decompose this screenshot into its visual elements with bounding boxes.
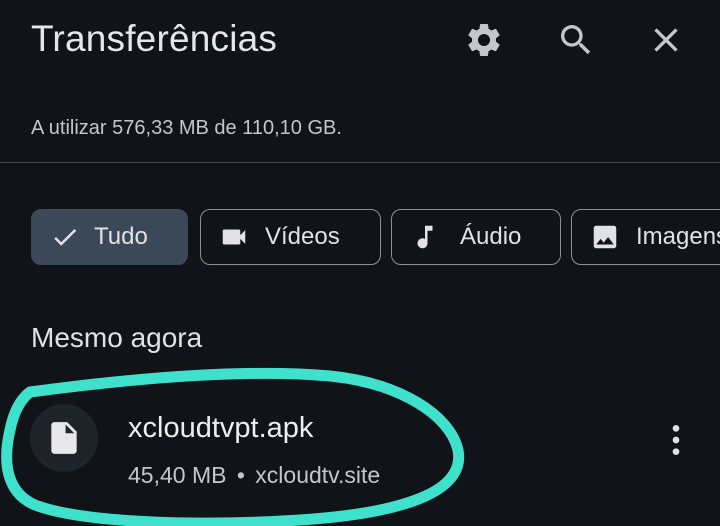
filter-chip-label: Tudo <box>94 223 148 250</box>
settings-button[interactable] <box>458 14 510 66</box>
more-options-button[interactable] <box>650 414 702 466</box>
storage-usage-text: A utilizar 576,33 MB de 110,10 GB. <box>31 117 342 139</box>
video-camera-icon <box>219 222 249 252</box>
close-icon <box>654 28 678 52</box>
close-button[interactable] <box>640 14 692 66</box>
divider <box>0 162 720 163</box>
check-icon <box>50 222 80 252</box>
page-title: Transferências <box>31 18 278 59</box>
gear-icon <box>468 23 500 56</box>
section-header: Mesmo agora <box>31 322 203 353</box>
filter-chip-label: Áudio <box>460 223 522 250</box>
music-note-icon <box>410 222 440 252</box>
filter-chip-videos[interactable]: Vídeos <box>200 209 381 265</box>
search-icon <box>561 25 591 55</box>
search-button[interactable] <box>550 14 602 66</box>
file-name: xcloudtvpt.apk <box>128 412 314 444</box>
image-icon <box>590 222 620 252</box>
file-size: 45,40 MB <box>128 462 227 488</box>
file-thumbnail <box>30 404 98 472</box>
filter-chip-audio[interactable]: Áudio <box>391 209 561 265</box>
file-source: xcloudtv.site <box>255 462 381 488</box>
meta-separator: • <box>236 462 245 488</box>
top-app-bar: Transferências <box>0 0 720 90</box>
file-icon <box>51 422 77 454</box>
download-item[interactable]: xcloudtvpt.apk 45,40 MB • xcloudtv.site <box>0 390 720 500</box>
filter-chip-label: Vídeos <box>265 223 340 250</box>
file-details: 45,40 MB • xcloudtv.site <box>128 462 380 489</box>
filter-chip-label: Imagens <box>636 223 720 250</box>
filter-chip-all[interactable]: Tudo <box>31 209 188 265</box>
filter-chip-images[interactable]: Imagens <box>571 209 720 265</box>
filter-chips: Tudo Vídeos Áudio Imagens <box>0 208 720 270</box>
more-vertical-icon <box>672 425 680 455</box>
